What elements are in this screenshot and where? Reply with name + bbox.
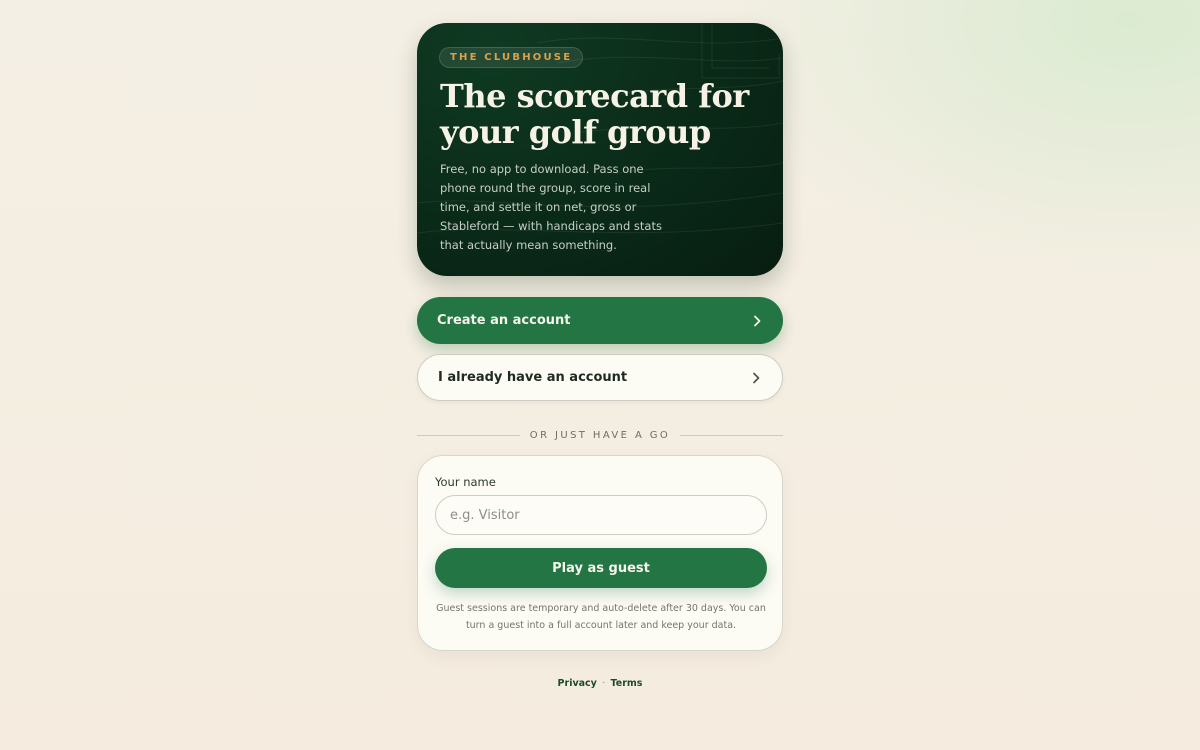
footer-separator: · <box>602 678 606 689</box>
play-as-guest-button[interactable]: Play as guest <box>435 548 767 588</box>
or-divider: OR JUST HAVE A GO <box>417 427 783 443</box>
create-account-label: Create an account <box>437 313 571 328</box>
hero-description: Free, no app to download. Pass one phone… <box>440 162 662 252</box>
chevron-right-icon <box>754 315 761 326</box>
divider-line-left <box>417 434 520 436</box>
clubhouse-badge: THE CLUBHOUSE <box>439 47 584 68</box>
name-input[interactable] <box>435 495 767 535</box>
terms-link[interactable]: Terms <box>611 678 643 689</box>
guest-note: Guest sessions are temporary and auto-de… <box>436 603 766 631</box>
hero-card: THE CLUBHOUSE The scorecard for your gol… <box>417 23 783 276</box>
divider-line-right <box>680 434 783 436</box>
hero-title: The scorecard for your golf group <box>440 77 749 151</box>
create-account-button[interactable]: Create an account <box>417 297 783 344</box>
sign-in-button[interactable]: I already have an account <box>417 354 783 401</box>
sign-in-label: I already have an account <box>438 370 628 385</box>
divider-text: OR JUST HAVE A GO <box>529 429 671 441</box>
privacy-link[interactable]: Privacy <box>558 678 597 689</box>
guest-card: Your name Play as guest Guest sessions a… <box>417 455 783 651</box>
name-field-label: Your name <box>435 475 496 489</box>
landing-column: THE CLUBHOUSE The scorecard for your gol… <box>417 23 783 689</box>
chevron-right-icon <box>753 372 760 383</box>
footer-links: Privacy · Terms <box>417 678 783 689</box>
